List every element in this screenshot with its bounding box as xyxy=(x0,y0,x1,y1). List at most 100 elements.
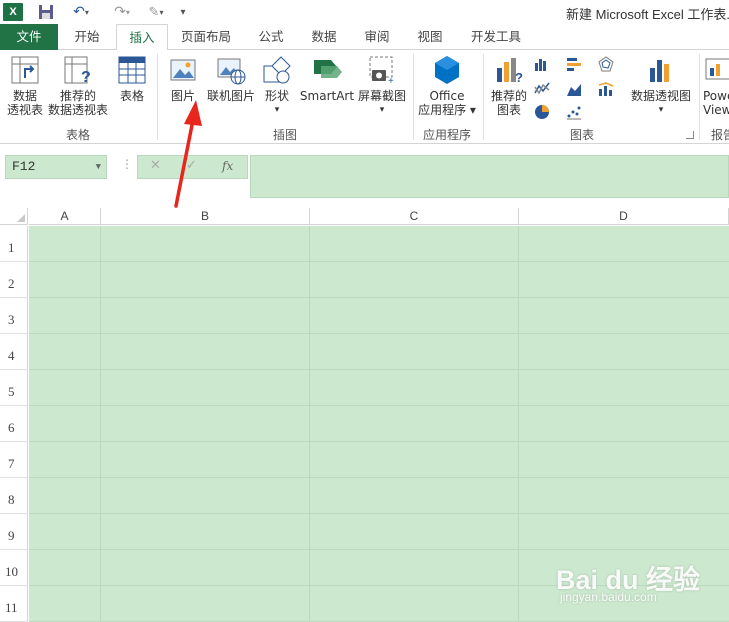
power-view-icon xyxy=(703,54,729,86)
redo-icon[interactable]: ↷ ▾ xyxy=(108,3,136,21)
online-pictures-button[interactable]: 联机图片 xyxy=(204,54,258,103)
bar-chart-icon[interactable] xyxy=(566,56,582,72)
pivot-chart-button[interactable]: 数据透视图 ▾ xyxy=(628,54,694,117)
column-header-c[interactable]: C xyxy=(310,208,519,225)
radar-chart-icon[interactable] xyxy=(598,56,614,72)
tab-home[interactable]: 开始 xyxy=(60,24,114,50)
formula-input[interactable] xyxy=(250,155,729,198)
smartart-icon xyxy=(311,54,343,86)
area-chart-icon[interactable] xyxy=(566,81,582,97)
power-view-label-2: View xyxy=(703,103,729,117)
row-header-3[interactable]: 3 xyxy=(0,298,28,334)
name-box-dropdown-icon[interactable]: ▼ xyxy=(96,156,101,178)
pictures-label: 图片 xyxy=(170,89,195,103)
undo-icon[interactable]: ↶ ▾ xyxy=(67,3,95,21)
save-icon[interactable] xyxy=(37,3,55,21)
customize-qat-icon[interactable]: ▾ xyxy=(176,3,190,21)
row-header-6[interactable]: 6 xyxy=(0,406,28,442)
name-box[interactable]: F12 ▼ xyxy=(5,155,107,179)
insert-function-icon[interactable]: fx xyxy=(222,159,233,173)
power-view-label-1: Powe xyxy=(703,89,729,103)
tab-developer[interactable]: 开发工具 xyxy=(458,24,534,50)
recommended-pivot-label-1: 推荐的 xyxy=(59,89,96,103)
title-bar: X ↶ ▾ ↷ ▾ ✎ ▾ ▾ 新建 Microsoft Excel 工作表.x xyxy=(0,0,729,24)
online-picture-icon xyxy=(215,54,247,86)
formula-buttons: ✕ ✓ fx xyxy=(137,155,248,179)
group-label-apps: 应用程序 xyxy=(422,128,471,142)
screenshot-button[interactable]: + 屏幕截图 ▾ xyxy=(356,54,408,117)
combo-chart-icon[interactable] xyxy=(598,81,614,97)
office-apps-icon xyxy=(431,54,463,86)
row-header-10[interactable]: 10 xyxy=(0,550,28,586)
name-box-value: F12 xyxy=(12,159,36,174)
column-header-d[interactable]: D xyxy=(519,208,729,225)
cancel-icon[interactable]: ✕ xyxy=(150,158,161,173)
row-header-11[interactable]: 11 xyxy=(0,586,28,622)
tab-data[interactable]: 数据 xyxy=(298,24,350,50)
watermark-url: jingyan.baidu.com xyxy=(560,590,657,604)
row-header-9[interactable]: 9 xyxy=(0,514,28,550)
table-label: 表格 xyxy=(119,89,144,103)
group-label-illustrations: 插图 xyxy=(272,128,297,142)
shapes-icon xyxy=(261,54,293,86)
online-pictures-label: 联机图片 xyxy=(206,89,255,103)
column-header-a[interactable]: A xyxy=(29,208,101,225)
pivot-table-button[interactable]: 数据 透视表 xyxy=(3,54,47,117)
row-header-5[interactable]: 5 xyxy=(0,370,28,406)
column-header-b[interactable]: B xyxy=(101,208,310,225)
baidu-watermark: Bai du 经验 jingyan.baidu.com xyxy=(556,540,726,610)
row-header-2[interactable]: 2 xyxy=(0,262,28,298)
recommended-charts-icon: ? xyxy=(493,54,525,86)
select-all-corner[interactable] xyxy=(0,208,28,225)
pictures-button[interactable]: 图片 xyxy=(163,54,203,103)
smartart-label: SmartArt xyxy=(299,89,355,103)
format-painter-icon[interactable]: ✎ ▾ xyxy=(142,3,170,21)
screenshot-icon: + xyxy=(366,54,398,87)
shapes-button[interactable]: 形状 ▾ xyxy=(258,54,296,117)
save-icon-svg xyxy=(39,5,53,19)
recommended-charts-label-2: 图表 xyxy=(496,103,521,117)
charts-dialog-launcher-icon[interactable] xyxy=(686,131,694,139)
smartart-button[interactable]: SmartArt xyxy=(298,54,356,103)
app-icon-letter: X xyxy=(9,6,17,18)
tab-formulas[interactable]: 公式 xyxy=(246,24,296,50)
recommended-charts-button[interactable]: ? 推荐的 图表 xyxy=(487,54,531,117)
office-apps-button[interactable]: Office 应用程序 ▾ xyxy=(414,54,480,117)
recommended-pivot-icon: ? xyxy=(62,54,94,86)
tab-view[interactable]: 视图 xyxy=(404,24,456,50)
shapes-dropdown-label: ▾ xyxy=(274,105,280,115)
group-label-charts: 图表 xyxy=(569,128,594,142)
group-label-tables: 表格 xyxy=(65,128,90,142)
column-chart-icon[interactable] xyxy=(534,56,550,72)
scatter-chart-icon[interactable] xyxy=(566,104,582,120)
formula-area: F12 ▼ ⋮ ✕ ✓ fx xyxy=(0,144,729,204)
row-header-8[interactable]: 8 xyxy=(0,478,28,514)
group-label-reports: 报告 xyxy=(711,128,729,142)
pivot-chart-icon xyxy=(645,54,677,86)
formula-bar-splitter[interactable]: ⋮ xyxy=(121,157,133,171)
row-header-7[interactable]: 7 xyxy=(0,442,28,478)
pivot-table-label-1: 数据 xyxy=(12,89,37,103)
row-header-4[interactable]: 4 xyxy=(0,334,28,370)
pivot-chart-dropdown-label: ▾ xyxy=(658,105,664,115)
pie-chart-icon[interactable] xyxy=(534,104,550,120)
tab-review[interactable]: 审阅 xyxy=(351,24,403,50)
row-header-1[interactable]: 1 xyxy=(0,226,28,262)
enter-icon[interactable]: ✓ xyxy=(186,158,197,173)
power-view-button[interactable]: Powe View xyxy=(703,54,729,117)
ribbon-tab-bar: 文件 开始 插入 页面布局 公式 数据 审阅 视图 开发工具 xyxy=(0,24,729,51)
tab-page-layout[interactable]: 页面布局 xyxy=(170,24,242,50)
office-apps-label-1: Office xyxy=(429,89,465,103)
tab-insert[interactable]: 插入 xyxy=(116,24,168,51)
tab-file[interactable]: 文件 xyxy=(0,24,58,50)
pivot-table-icon xyxy=(9,54,41,86)
ribbon-insert: 数据 透视表 ? 推荐的 数据透视表 表格 表格 图片 联机图片 形状 ▾ Sm… xyxy=(0,50,729,144)
recommended-pivot-button[interactable]: ? 推荐的 数据透视表 xyxy=(47,54,109,117)
excel-app-icon: X xyxy=(3,3,23,21)
svg-text:+: + xyxy=(388,76,394,86)
table-button[interactable]: 表格 xyxy=(112,54,152,103)
line-chart-icon[interactable] xyxy=(534,81,550,97)
recommended-charts-label-1: 推荐的 xyxy=(490,89,527,103)
shapes-label: 形状 xyxy=(264,89,289,103)
pivot-table-label-2: 透视表 xyxy=(6,103,43,117)
